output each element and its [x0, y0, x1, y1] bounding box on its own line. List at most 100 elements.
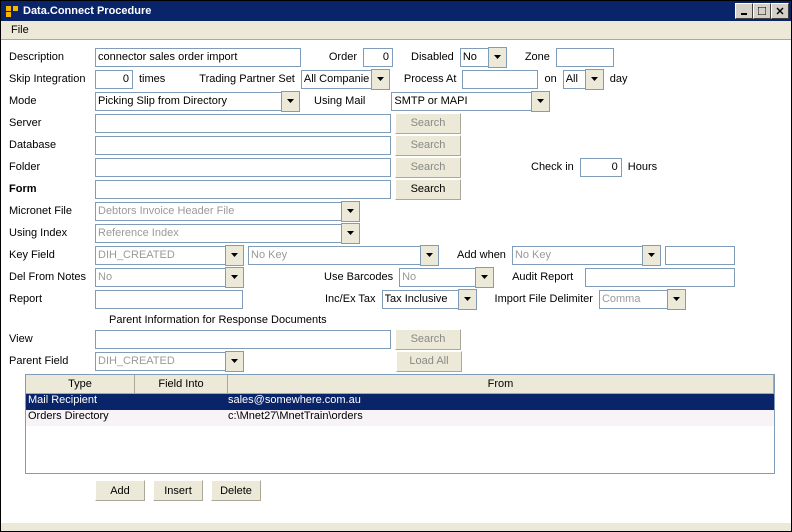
menu-file[interactable]: File	[5, 22, 35, 38]
grid-button-row: Add Insert Delete	[95, 480, 783, 501]
label-add-when: Add when	[439, 249, 512, 261]
dropdown-icon[interactable]	[225, 351, 244, 372]
label-parent-info: Parent Information for Response Document…	[109, 314, 783, 326]
insert-button[interactable]: Insert	[153, 480, 203, 501]
label-key-field: Key Field	[9, 249, 95, 261]
delete-button[interactable]: Delete	[211, 480, 261, 501]
grid-body[interactable]: Mail Recipient sales@somewhere.com.auOrde…	[26, 394, 774, 473]
label-database: Database	[9, 139, 95, 151]
table-row[interactable]: Orders Directoryc:\Mnet27\MnetTrain\orde…	[26, 410, 774, 426]
search-server-button[interactable]: Search	[395, 113, 461, 134]
import-file-delimiter-select[interactable]	[599, 289, 686, 310]
cell-field-into	[134, 394, 226, 410]
database-input[interactable]	[95, 136, 391, 155]
server-input[interactable]	[95, 114, 391, 133]
label-del-from-notes: Del From Notes	[9, 271, 95, 283]
maximize-button[interactable]	[753, 3, 771, 19]
skip-integration-input[interactable]	[95, 70, 133, 89]
search-view-button[interactable]: Search	[395, 329, 461, 350]
label-skip-integration: Skip Integration	[9, 73, 95, 85]
add-button[interactable]: Add	[95, 480, 145, 501]
add-when-extra-input[interactable]	[665, 246, 735, 265]
on-day-select[interactable]	[563, 69, 604, 90]
label-check-in: Check in	[461, 161, 580, 173]
using-mail-select[interactable]	[391, 91, 550, 112]
label-audit-report: Audit Report	[494, 271, 579, 283]
label-form: Form	[9, 183, 95, 195]
dropdown-icon[interactable]	[458, 289, 477, 310]
dropdown-icon[interactable]	[341, 201, 360, 222]
del-from-notes-select[interactable]	[95, 267, 244, 288]
mode-select[interactable]	[95, 91, 300, 112]
form-input[interactable]	[95, 180, 391, 199]
label-order: Order	[301, 51, 363, 63]
menu-bar: File	[1, 21, 791, 40]
check-in-input[interactable]	[580, 158, 622, 177]
process-at-input[interactable]	[462, 70, 538, 89]
label-process-at: Process At	[390, 73, 463, 85]
parent-field-select[interactable]	[95, 351, 244, 372]
trading-partner-set-select[interactable]	[301, 69, 390, 90]
dropdown-icon[interactable]	[225, 245, 244, 266]
dropdown-icon[interactable]	[341, 223, 360, 244]
close-button[interactable]	[771, 3, 789, 19]
label-day: day	[604, 73, 634, 85]
minimize-button[interactable]	[735, 3, 753, 19]
description-input[interactable]	[95, 48, 301, 67]
data-grid[interactable]: Type Field Into From Mail Recipient sales…	[25, 374, 775, 474]
key-field-select[interactable]	[95, 245, 244, 266]
micronet-file-select[interactable]	[95, 201, 360, 222]
search-database-button[interactable]: Search	[395, 135, 461, 156]
cell-type: Mail Recipient	[26, 394, 134, 410]
label-using-mail: Using Mail	[300, 95, 371, 107]
load-all-button[interactable]: Load All	[396, 351, 462, 372]
search-form-button[interactable]: Search	[395, 179, 461, 200]
label-report: Report	[9, 293, 95, 305]
zone-input[interactable]	[556, 48, 614, 67]
title-bar: Data.Connect Procedure	[1, 1, 791, 21]
grid-header-type[interactable]: Type	[26, 375, 135, 393]
window-title: Data.Connect Procedure	[23, 5, 151, 17]
app-icon	[5, 4, 19, 18]
add-when-select[interactable]	[512, 245, 661, 266]
dropdown-icon[interactable]	[420, 245, 439, 266]
order-input[interactable]	[363, 48, 393, 67]
grid-header-from[interactable]: From	[228, 375, 774, 393]
audit-report-input[interactable]	[585, 268, 735, 287]
label-view: View	[9, 333, 95, 345]
dropdown-icon[interactable]	[281, 91, 300, 112]
grid-header: Type Field Into From	[26, 375, 774, 394]
label-disabled: Disabled	[393, 51, 460, 63]
dropdown-icon[interactable]	[225, 267, 244, 288]
search-folder-button[interactable]: Search	[395, 157, 461, 178]
dropdown-icon[interactable]	[475, 267, 494, 288]
app-window: Data.Connect Procedure File Description …	[0, 0, 792, 532]
label-folder: Folder	[9, 161, 95, 173]
label-use-barcodes: Use Barcodes	[244, 271, 399, 283]
disabled-select[interactable]	[460, 47, 507, 68]
folder-input[interactable]	[95, 158, 391, 177]
label-import-file-delimiter: Import File Delimiter	[477, 293, 599, 305]
dropdown-icon[interactable]	[642, 245, 661, 266]
label-on: on	[538, 73, 562, 85]
key-field-extra-select[interactable]	[248, 245, 439, 266]
dropdown-icon[interactable]	[371, 69, 390, 90]
view-input[interactable]	[95, 330, 391, 349]
use-barcodes-select[interactable]	[399, 267, 494, 288]
cell-from: sales@somewhere.com.au	[226, 394, 774, 410]
label-mode: Mode	[9, 95, 95, 107]
label-server: Server	[9, 117, 95, 129]
grid-header-field-into[interactable]: Field Into	[135, 375, 228, 393]
dropdown-icon[interactable]	[531, 91, 550, 112]
inc-ex-tax-select[interactable]	[382, 289, 477, 310]
label-hours: Hours	[622, 161, 663, 173]
table-row[interactable]: Mail Recipient sales@somewhere.com.au	[26, 394, 774, 410]
using-index-select[interactable]	[95, 223, 360, 244]
dropdown-icon[interactable]	[667, 289, 686, 310]
report-input[interactable]	[95, 290, 243, 309]
status-bar	[1, 522, 791, 531]
dropdown-icon[interactable]	[585, 69, 604, 90]
form-area: Description Order Disabled Zone Skip Int…	[1, 40, 791, 522]
cell-from: c:\Mnet27\MnetTrain\orders	[226, 410, 774, 426]
dropdown-icon[interactable]	[488, 47, 507, 68]
